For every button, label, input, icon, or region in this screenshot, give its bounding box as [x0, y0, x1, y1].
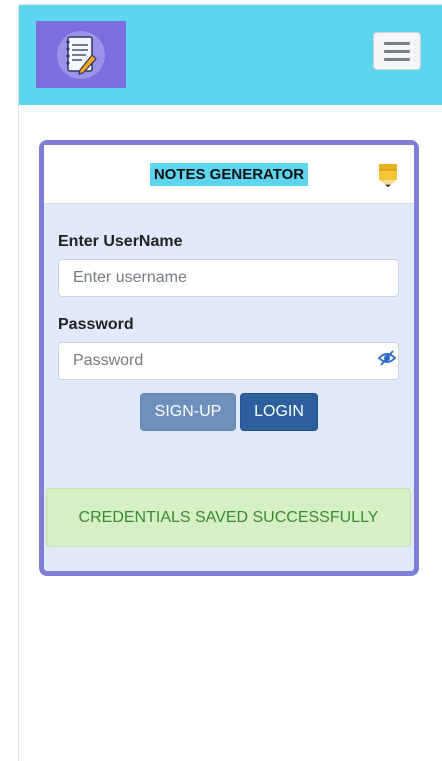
pencil-icon — [379, 164, 397, 187]
card-title: NOTES GENERATOR — [149, 162, 309, 186]
navbar — [19, 5, 442, 105]
password-label: Password — [58, 316, 134, 333]
success-alert: CREDENTIALS SAVED SUCCESSFULLY — [46, 488, 411, 547]
login-card: NOTES GENERATOR Enter UserName Password … — [39, 140, 419, 576]
navbar-toggle-button[interactable] — [373, 32, 421, 70]
eye-slash-icon[interactable] — [377, 348, 397, 368]
card-header: NOTES GENERATOR — [44, 145, 414, 204]
hamburger-icon-line — [384, 57, 410, 61]
notebook-pen-icon — [57, 30, 105, 79]
page: NOTES GENERATOR Enter UserName Password … — [18, 4, 442, 761]
app-logo[interactable] — [36, 21, 126, 88]
signup-button[interactable]: SIGN-UP — [140, 393, 236, 431]
password-input[interactable] — [58, 342, 399, 380]
hamburger-icon-line — [384, 41, 410, 45]
hamburger-icon-line — [384, 49, 410, 53]
username-label: Enter UserName — [58, 233, 183, 250]
login-button[interactable]: LOGIN — [240, 393, 318, 431]
username-input[interactable] — [58, 259, 399, 297]
